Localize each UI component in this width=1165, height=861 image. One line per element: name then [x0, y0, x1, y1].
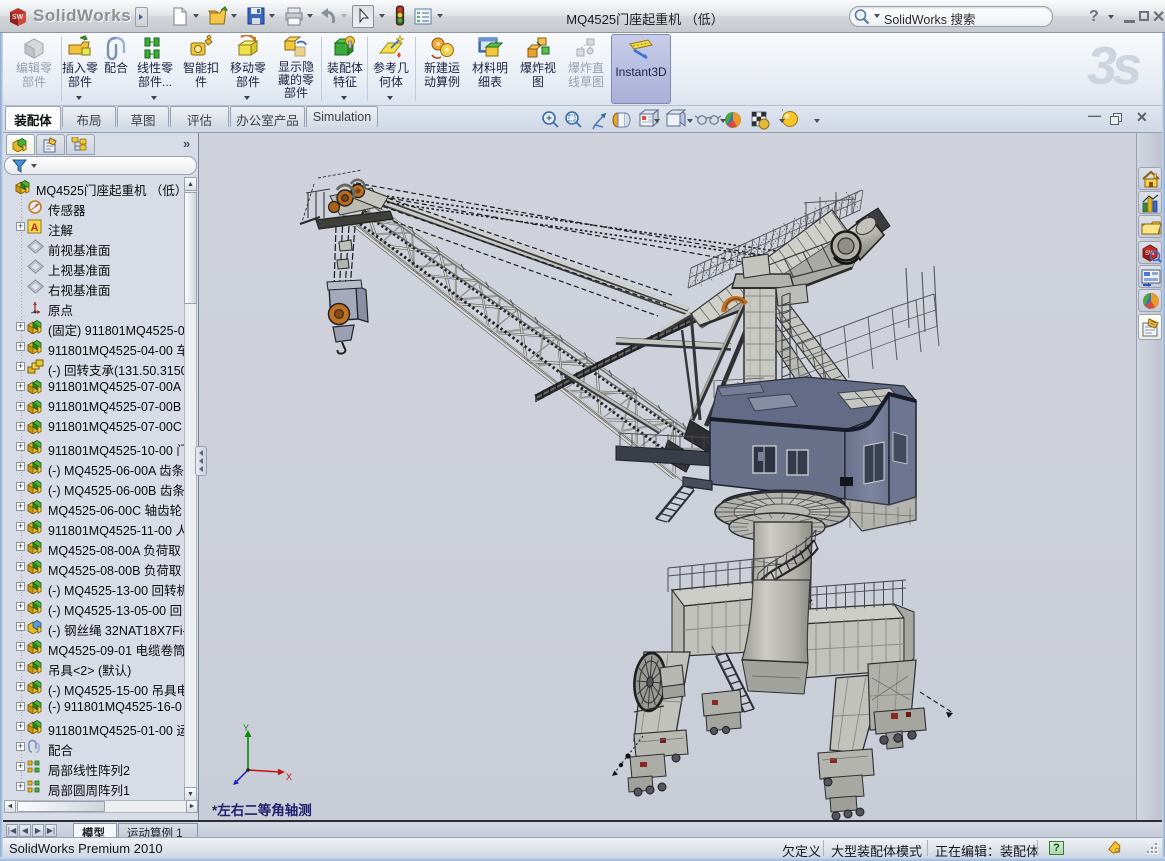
svg-text:X: X — [286, 772, 292, 782]
svg-text:SW: SW — [12, 14, 24, 21]
svg-text:Y: Y — [243, 723, 249, 733]
svg-text:*左右二等角轴测: *左右二等角轴测 — [212, 802, 312, 818]
svg-text:A: A — [31, 222, 39, 234]
